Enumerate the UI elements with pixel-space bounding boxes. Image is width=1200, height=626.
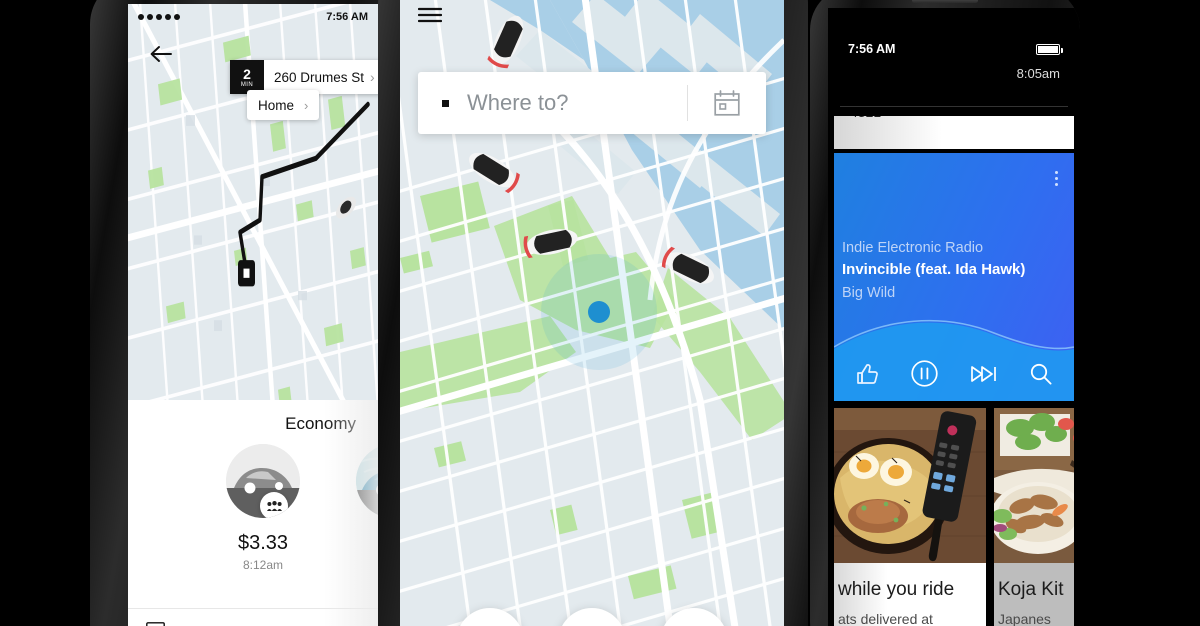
home-shortcut-button[interactable]: [558, 608, 626, 626]
food-card-title: Koja Kit: [998, 579, 1064, 600]
destination-address: 260 Drumes St: [274, 69, 365, 85]
phone-center-screen: Where to?: [400, 0, 784, 626]
destination-pill[interactable]: 2 MIN 260 Drumes St ›: [230, 60, 378, 94]
battery-full-icon: [1036, 43, 1063, 55]
food-card-body: Koja Kit Japanes: [994, 563, 1074, 626]
where-to-search-bar[interactable]: Where to?: [418, 72, 766, 134]
rice-bowl-image: [994, 408, 1074, 563]
chevron-right-icon: ›: [304, 97, 309, 113]
home-pill-label: Home: [258, 97, 295, 113]
clipped-payment-card[interactable]: 4321: [834, 116, 1074, 149]
screenshot-stage: 7:56 AM 2 MIN 260 Drumes St › Home › Eco…: [0, 0, 1200, 626]
eta-badge: 2 MIN: [230, 60, 264, 94]
food-card-subtitle: ats delivered at: [838, 611, 933, 626]
ride-price: $3.33: [237, 532, 289, 554]
ride-option[interactable]: $3.33 8:12am: [208, 444, 318, 572]
player-metadata: Indie Electronic Radio Invincible (feat.…: [842, 237, 1064, 304]
food-card[interactable]: Koja Kit Japanes: [994, 408, 1074, 626]
hamburger-icon[interactable]: [417, 6, 443, 29]
eta-value: 2: [243, 65, 251, 82]
music-player-card[interactable]: Indie Electronic Radio Invincible (feat.…: [834, 153, 1074, 401]
chevron-right-icon: ›: [370, 69, 375, 85]
square-pin-icon: [442, 99, 449, 107]
food-card-body: while you ride ats delivered at: [834, 563, 986, 626]
player-controls: [834, 360, 1074, 387]
food-card-subtitle: Japanes: [998, 611, 1051, 626]
home-pill[interactable]: Home ›: [247, 90, 320, 120]
divider: [840, 106, 1068, 107]
search-input[interactable]: Where to?: [467, 90, 687, 116]
ramen-bowl-image: [834, 408, 986, 563]
left-status-bar: 7:56 AM: [128, 4, 378, 30]
trip-eta-label: 8:05am: [1016, 66, 1060, 81]
ride-price: $7: [338, 532, 378, 555]
food-cards-list: while you ride ats delivered at Koja Kit…: [834, 408, 1074, 626]
payment-row[interactable]: •••• 4321: [128, 608, 378, 626]
phone-center: Where to?: [378, 0, 808, 626]
player-track-title: Invincible (feat. Ida Hawk): [842, 261, 1026, 279]
food-card-title: while you ride: [838, 579, 955, 600]
ride-eta: 8:05: [338, 558, 378, 572]
ride-option[interactable]: ub $7 8:05: [338, 444, 378, 572]
ride-options-card: Economy $3.33 8:12am: [128, 400, 378, 626]
history-shortcut-button[interactable]: [660, 608, 728, 626]
calendar-icon[interactable]: [688, 90, 766, 116]
credit-card-icon: [146, 622, 165, 626]
phone-left: 7:56 AM 2 MIN 260 Drumes St › Home › Eco…: [90, 0, 390, 626]
left-status-time: 7:56 AM: [326, 11, 368, 23]
kebab-menu-icon[interactable]: [1055, 171, 1058, 186]
clipped-card-text: 4321: [850, 116, 881, 120]
speaker-grille: [912, 0, 978, 3]
right-status-bar: 7:56 AM: [828, 38, 1080, 60]
right-status-time: 7:56 AM: [848, 42, 896, 56]
ride-car-image: [226, 444, 300, 518]
shortcut-nav: [400, 608, 784, 626]
ride-options-list: $3.33 8:12am: [128, 444, 378, 572]
work-shortcut-button[interactable]: [456, 608, 524, 626]
seats-icon: [260, 492, 288, 518]
player-artist: Big Wild: [842, 284, 896, 301]
pause-icon[interactable]: [911, 360, 938, 387]
ride-car-image: ub: [356, 444, 378, 518]
signal-dots-icon: [138, 14, 180, 20]
ride-eta: 8:12am: [242, 558, 284, 572]
thumbs-up-icon[interactable]: [856, 363, 879, 385]
phone-left-screen: 7:56 AM 2 MIN 260 Drumes St › Home › Eco…: [128, 4, 378, 626]
phone-right-screen: 7:56 AM 8:05am 4321 Indie Electronic Rad…: [828, 8, 1080, 626]
ride-tier-label: Economy: [285, 414, 356, 433]
back-arrow-icon[interactable]: [150, 46, 172, 67]
phone-right: 7:56 AM 8:05am 4321 Indie Electronic Rad…: [810, 0, 1080, 626]
skip-forward-icon[interactable]: [971, 365, 997, 383]
eta-unit: MIN: [240, 81, 254, 88]
food-card[interactable]: while you ride ats delivered at: [834, 408, 986, 626]
search-icon[interactable]: [1030, 363, 1052, 385]
player-station: Indie Electronic Radio: [842, 240, 984, 256]
